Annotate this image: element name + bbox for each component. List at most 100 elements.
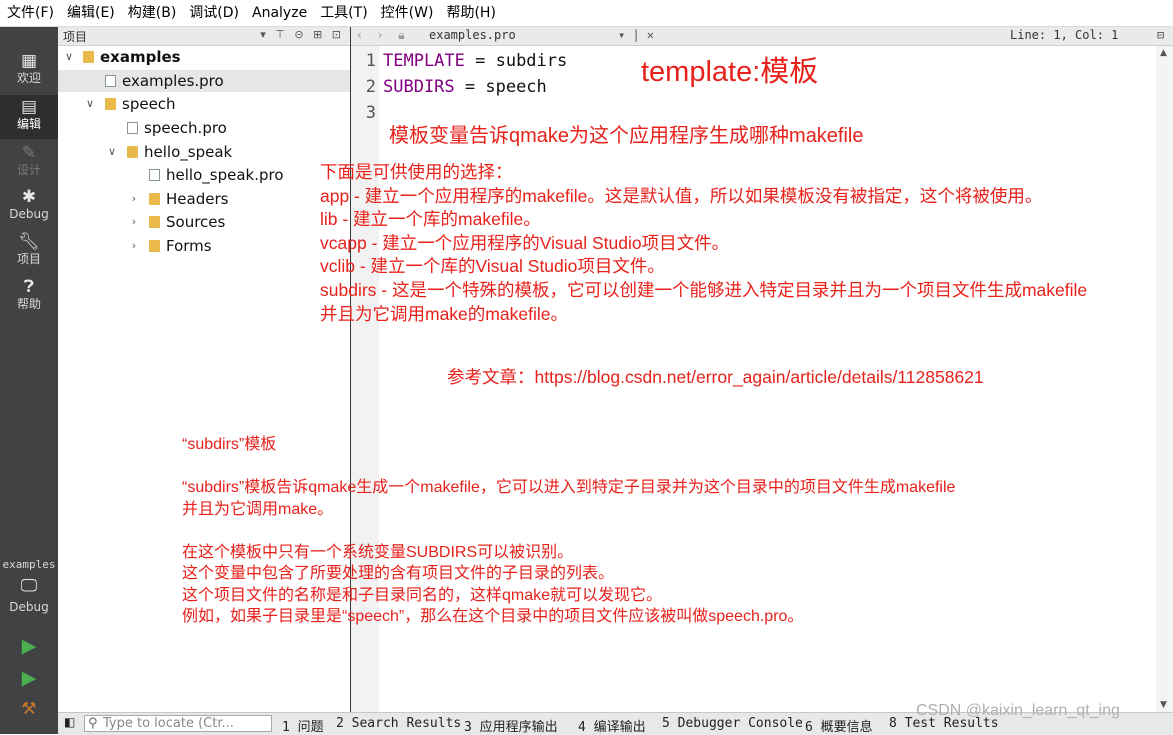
- output-tab-compile-output[interactable]: 4 编译输出: [578, 716, 646, 735]
- expand-arrow-icon[interactable]: ∨: [105, 141, 119, 163]
- hammer-icon: ⚒: [21, 699, 37, 719]
- menu-analyze[interactable]: Analyze: [245, 0, 313, 26]
- mode-help[interactable]: ❓︎ 帮助: [0, 277, 58, 317]
- line-number: 2: [365, 77, 376, 97]
- locator-input[interactable]: ⚲ Type to locate (Ctr...: [84, 715, 272, 732]
- tree-item-label: examples: [100, 48, 181, 66]
- menu-debug[interactable]: 调试(D): [182, 0, 245, 26]
- tree-item-hello-speak-pro[interactable]: hello_speak.pro: [58, 164, 350, 186]
- code-line-1[interactable]: TEMPLATE = subdirs: [383, 51, 567, 71]
- project-folder-icon: [83, 51, 94, 63]
- kit-name: examples: [2, 558, 56, 571]
- cursor-position[interactable]: Line: 1, Col: 1: [1010, 28, 1118, 42]
- output-tab-search-results[interactable]: 2 Search Results: [336, 716, 461, 731]
- toggle-sidebar-icon[interactable]: ◧: [64, 715, 75, 729]
- open-document-combo[interactable]: examples.pro: [429, 28, 516, 42]
- project-pane-tools[interactable]: ▾ ⊤ ⊝ ⊞ ⊡: [260, 28, 344, 41]
- split-editor-icon[interactable]: ⊟: [1157, 28, 1164, 42]
- scroll-down-icon[interactable]: ▼: [1160, 700, 1167, 710]
- mode-bar: ▦ 欢迎 ▤ 编辑 ✎ 设计 ✱ Debug 🔧︎ 项目 ❓︎ 帮助 examp…: [0, 27, 58, 734]
- annotation-title: template:模板: [641, 56, 819, 88]
- mode-edit-label: 编辑: [16, 117, 41, 131]
- annotation-line: 这个变量中包含了所要处理的含有项目文件的子目录的列表。: [182, 565, 615, 582]
- annotation-line: “subdirs”模板告诉qmake生成一个makefile，它可以进入到特定子…: [182, 479, 956, 496]
- tree-item-examples-pro[interactable]: examples.pro: [58, 70, 350, 92]
- menu-file[interactable]: 文件(F): [0, 0, 60, 26]
- annotation-reference: 参考文章：https://blog.csdn.net/error_again/a…: [447, 367, 984, 387]
- tree-item-label: speech: [122, 95, 176, 113]
- menu-help[interactable]: 帮助(H): [439, 0, 501, 26]
- nav-back-forward-icons[interactable]: ‹ › 🔒︎: [357, 28, 411, 43]
- grid-icon: ▦: [20, 51, 38, 71]
- close-document-icon[interactable]: ▾ | ✕: [618, 28, 654, 42]
- menu-controls[interactable]: 控件(W): [374, 0, 440, 26]
- mode-design[interactable]: ✎ 设计: [0, 143, 58, 183]
- tree-item-hello-speak[interactable]: ∨ hello_speak: [58, 141, 350, 163]
- build-button[interactable]: ⚒: [0, 699, 58, 725]
- scroll-up-icon[interactable]: ▲: [1160, 48, 1167, 58]
- pro-file-icon: [149, 169, 160, 181]
- tree-item-headers[interactable]: › Headers: [58, 188, 350, 210]
- run-icon: ▶: [21, 635, 37, 657]
- output-tab-issues[interactable]: 1 问题: [282, 716, 324, 735]
- locator-placeholder: Type to locate (Ctr...: [103, 716, 234, 731]
- output-tab-app-output[interactable]: 3 应用程序输出: [464, 716, 558, 735]
- project-pane-header: 项目 ▾ ⊤ ⊝ ⊞ ⊡: [58, 27, 350, 46]
- tree-item-sources[interactable]: › Sources: [58, 211, 350, 233]
- menu-build[interactable]: 构建(B): [121, 0, 183, 26]
- annotation-line: lib - 建立一个库的makefile。: [320, 209, 541, 230]
- code-text: = speech: [454, 77, 547, 97]
- output-tab-general-messages[interactable]: 6 概要信息: [805, 716, 873, 735]
- annotation-line: 在这个模板中只有一个系统变量SUBDIRS可以被识别。: [182, 543, 574, 561]
- output-tab-debugger-console[interactable]: 5 Debugger Console: [662, 716, 803, 731]
- tree-item-label: Headers: [166, 190, 229, 208]
- pencil-icon: ✎: [21, 143, 37, 163]
- tree-item-label: hello_speak: [144, 143, 233, 161]
- annotation-line: vclib - 建立一个库的Visual Studio项目文件。: [320, 256, 665, 277]
- mode-projects[interactable]: 🔧︎ 项目: [0, 232, 58, 272]
- project-pane-title[interactable]: 项目: [63, 28, 87, 45]
- search-icon: ⚲: [88, 716, 98, 731]
- annotation-choices: 下面是可供使用的选择： app - 建立一个应用程序的makefile。这是默认…: [320, 161, 1087, 326]
- code-line-2[interactable]: SUBDIRS = speech: [383, 77, 547, 97]
- mode-welcome[interactable]: ▦ 欢迎: [0, 51, 58, 91]
- expand-arrow-icon[interactable]: ∨: [83, 93, 97, 115]
- tree-item-label: speech.pro: [144, 119, 227, 137]
- tree-item-label: hello_speak.pro: [166, 166, 284, 184]
- expand-arrow-icon[interactable]: ›: [127, 235, 141, 257]
- folder-icon: [105, 98, 116, 110]
- bug-icon: ✱: [21, 187, 37, 207]
- annotation-line: 并且为它调用make。: [182, 500, 334, 518]
- expand-arrow-icon[interactable]: ∨: [62, 46, 76, 68]
- annotation-line: vcapp - 建立一个应用程序的Visual Studio项目文件。: [320, 232, 730, 253]
- mode-welcome-label: 欢迎: [16, 71, 41, 85]
- mode-debug[interactable]: ✱ Debug: [0, 187, 58, 227]
- monitor-icon: 🖵︎: [20, 576, 38, 596]
- debug-run-icon: ▶: [21, 667, 37, 689]
- expand-arrow-icon[interactable]: ›: [127, 211, 141, 233]
- tree-item-speech[interactable]: ∨ speech: [58, 93, 350, 115]
- editor-toolbar: ‹ › 🔒︎ examples.pro ▾ | ✕ Line: 1, Col: …: [351, 27, 1173, 46]
- folder-icon: [127, 146, 138, 158]
- annotation-line: app - 建立一个应用程序的makefile。这是默认值，所以如果模板没有被指…: [320, 185, 1043, 206]
- mode-edit[interactable]: ▤ 编辑: [0, 95, 58, 139]
- annotation-line: “subdirs”模板: [182, 436, 277, 453]
- run-button[interactable]: ▶: [0, 636, 58, 662]
- tree-item-label: examples.pro: [122, 72, 224, 90]
- headers-folder-icon: [149, 193, 160, 205]
- tree-item-speech-pro[interactable]: speech.pro: [58, 117, 350, 139]
- tree-item-examples[interactable]: ∨ examples: [58, 46, 350, 68]
- sources-folder-icon: [149, 216, 160, 228]
- expand-arrow-icon[interactable]: ›: [127, 188, 141, 210]
- mode-design-label: 设计: [16, 163, 41, 177]
- annotation-line: 并且为它调用make的makefile。: [320, 303, 568, 324]
- tree-item-forms[interactable]: › Forms: [58, 235, 350, 257]
- wrench-icon: 🔧︎: [18, 232, 40, 252]
- menu-edit[interactable]: 编辑(E): [60, 0, 121, 26]
- editor-scrollbar[interactable]: ▲ ▼: [1156, 46, 1173, 712]
- menu-tools[interactable]: 工具(T): [313, 0, 373, 26]
- code-keyword: TEMPLATE: [383, 51, 465, 71]
- debug-run-button[interactable]: ▶: [0, 668, 58, 694]
- line-number: 1: [365, 51, 376, 71]
- kit-selector[interactable]: 🖵︎ Debug: [0, 576, 58, 624]
